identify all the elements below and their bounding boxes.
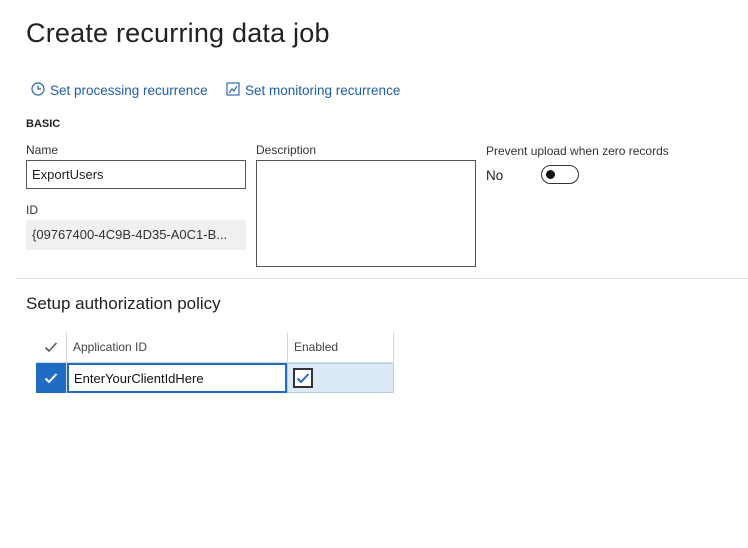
enabled-checkbox[interactable] (293, 368, 313, 388)
grid-divider (393, 332, 394, 362)
prevent-upload-toggle[interactable] (541, 165, 579, 184)
application-id-input[interactable] (67, 363, 287, 393)
enabled-cell (287, 363, 394, 393)
description-label: Description (256, 143, 317, 157)
id-label: ID (26, 203, 38, 217)
prevent-upload-label: Prevent upload when zero records (486, 144, 669, 158)
set-monitoring-recurrence-label: Set monitoring recurrence (245, 83, 401, 98)
grid-header: Application ID Enabled (36, 332, 394, 393)
clock-icon (31, 82, 50, 99)
name-field[interactable] (26, 160, 246, 189)
select-all-checkmark-icon[interactable] (36, 332, 66, 362)
checkmark-icon (296, 373, 310, 384)
set-processing-recurrence-label: Set processing recurrence (50, 83, 208, 98)
id-field: {09767400-4C9B-4D35-A0C1-B... (26, 220, 246, 250)
basic-section-label: BASIC (26, 118, 61, 130)
column-header-application-id[interactable]: Application ID (67, 332, 287, 362)
set-processing-recurrence-link[interactable]: Set processing recurrence (31, 82, 208, 99)
grid-divider (287, 332, 288, 362)
create-recurring-data-job-page: Create recurring data job Set processing… (0, 0, 748, 548)
page-title: Create recurring data job (26, 18, 330, 48)
column-header-enabled[interactable]: Enabled (288, 332, 394, 362)
prevent-upload-value: No (486, 168, 504, 183)
name-label: Name (26, 143, 59, 157)
authorization-section-title: Setup authorization policy (26, 294, 221, 313)
row-selected-checkmark-icon[interactable] (36, 363, 66, 393)
set-monitoring-recurrence-link[interactable]: Set monitoring recurrence (226, 82, 400, 99)
section-divider (16, 278, 748, 279)
toggle-knob (546, 170, 555, 179)
chart-icon (226, 82, 245, 99)
description-field[interactable] (256, 160, 476, 267)
table-row[interactable] (36, 363, 394, 393)
